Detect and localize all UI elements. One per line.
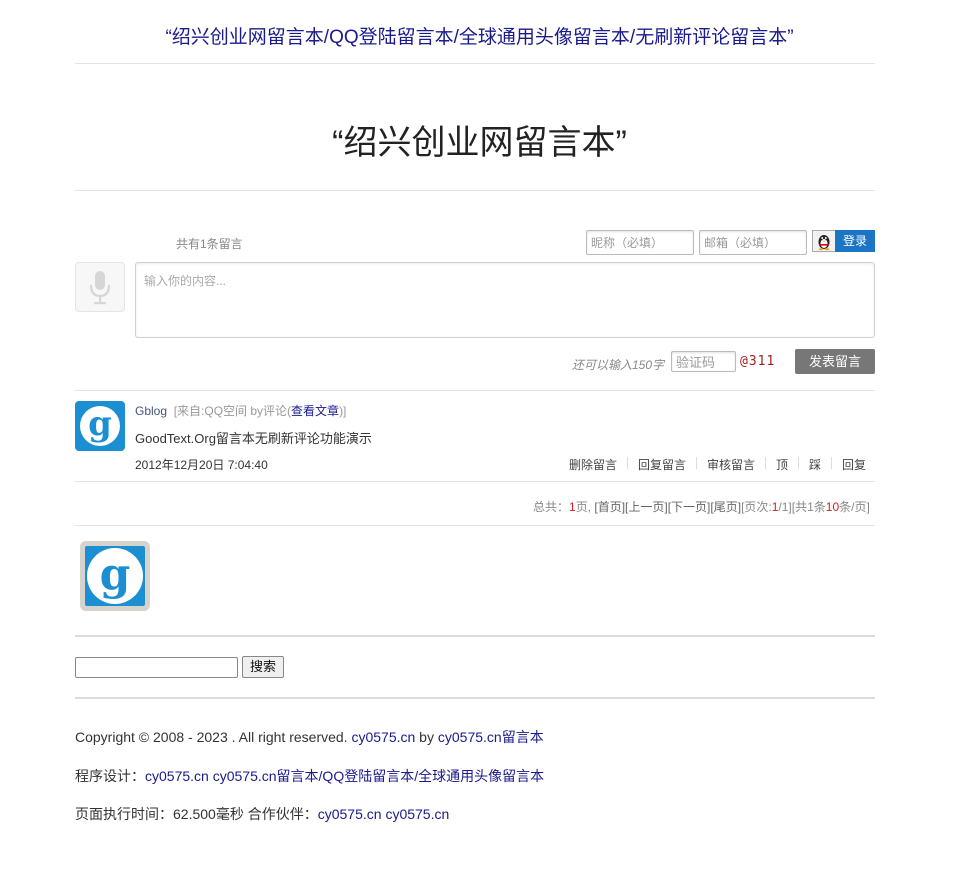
comment-author: Gblog [来自:QQ空间 by评论(查看文章)] <box>135 402 346 419</box>
copyright-by: by <box>415 729 438 745</box>
avatar: g <box>80 541 150 611</box>
reply-comment-button[interactable]: 回复留言 <box>638 456 686 473</box>
search-button[interactable]: 搜索 <box>242 656 284 678</box>
g-avatar-icon: g <box>85 546 145 606</box>
view-article-link[interactable]: 查看文章 <box>291 404 339 418</box>
qq-penguin-icon[interactable] <box>812 230 836 252</box>
per-page-suffix: 条/页] <box>839 500 870 514</box>
downvote-button[interactable]: 踩 <box>809 456 821 473</box>
exec-text: 页面执行时间：62.500毫秒 合作伙伴： <box>75 806 318 822</box>
captcha-input[interactable]: 验证码 <box>671 351 736 372</box>
submit-button[interactable]: 发表留言 <box>795 349 875 374</box>
reply-button[interactable]: 回复 <box>842 456 866 473</box>
footer-link[interactable]: cy0575.cn <box>145 768 209 784</box>
separator <box>798 457 799 469</box>
divider <box>75 390 875 391</box>
partner-link[interactable]: cy0575.cn <box>385 806 449 822</box>
divider <box>75 63 875 64</box>
g-avatar-icon: g <box>75 401 125 451</box>
divider <box>75 635 875 637</box>
footer-copyright: Copyright © 2008 - 2023 . All right rese… <box>75 727 544 747</box>
divider <box>75 481 875 482</box>
divider <box>75 190 875 191</box>
footer-exec: 页面执行时间：62.500毫秒 合作伙伴：cy0575.cn cy0575.cn <box>75 804 449 824</box>
microphone-icon <box>75 262 125 312</box>
search-input[interactable] <box>75 657 238 678</box>
footer-link[interactable]: cy0575.cn留言本 <box>438 729 544 745</box>
count-text: [共1条 <box>791 500 826 514</box>
separator <box>765 457 766 469</box>
pages-unit: 页, <box>575 500 595 514</box>
page-sep: /1] <box>778 500 792 514</box>
footer-design: 程序设计：cy0575.cn cy0575.cn留言本/QQ登陆留言本/全球通用… <box>75 766 544 786</box>
separator <box>696 457 697 469</box>
copyright-text: Copyright © 2008 - 2023 . All right rese… <box>75 729 352 745</box>
footer-link[interactable]: cy0575.cn留言本/QQ登陆留言本/全球通用头像留言本 <box>213 768 544 784</box>
remaining-chars: 还可以输入150字 <box>572 358 665 372</box>
source-prefix: [来自:QQ空间 by评论( <box>173 404 292 418</box>
email-input[interactable]: 邮箱（必填） <box>699 230 807 255</box>
content-textarea[interactable]: 输入你的内容... <box>135 262 875 338</box>
comment-content: GoodText.Org留言本无刷新评论功能演示 <box>135 431 372 446</box>
captcha-image[interactable]: @311 <box>740 352 786 372</box>
top-title-link[interactable]: “绍兴创业网留言本/QQ登陆留言本/全球通用头像留言本/无刷新评论留言本” <box>0 22 959 49</box>
delete-comment-button[interactable]: 删除留言 <box>569 456 617 473</box>
last-page-link[interactable]: [尾页] <box>710 500 741 514</box>
footer-link[interactable]: cy0575.cn <box>351 729 415 745</box>
per-page: 10 <box>825 500 840 514</box>
total-pages: 1 <box>569 500 576 514</box>
comment-count: 共有1条留言 <box>176 237 243 251</box>
pager-prefix: 总共： <box>533 500 570 514</box>
upvote-button[interactable]: 顶 <box>776 456 788 473</box>
partner-link[interactable]: cy0575.cn <box>318 806 382 822</box>
nickname-input[interactable]: 昵称（必填） <box>586 230 694 255</box>
divider <box>75 525 875 526</box>
review-comment-button[interactable]: 审核留言 <box>707 456 755 473</box>
comment-time: 2012年12月20日 7:04:40 <box>135 458 268 472</box>
login-button[interactable]: 登录 <box>835 230 875 252</box>
first-page-link[interactable]: [首页] <box>594 500 625 514</box>
separator <box>831 457 832 469</box>
page-title: “绍兴创业网留言本” <box>332 124 627 162</box>
separator <box>627 457 628 469</box>
source-suffix: )] <box>339 404 347 418</box>
next-page-link[interactable]: [下一页] <box>668 500 711 514</box>
design-label: 程序设计： <box>75 768 145 784</box>
author-name: Gblog <box>135 404 168 418</box>
pagination: 总共：1页, [首页][上一页][下一页][尾页][页次:1/1][共1条10条… <box>533 498 870 515</box>
prev-page-link[interactable]: [上一页] <box>625 500 668 514</box>
page-label: [页次: <box>741 500 772 514</box>
divider <box>75 697 875 699</box>
